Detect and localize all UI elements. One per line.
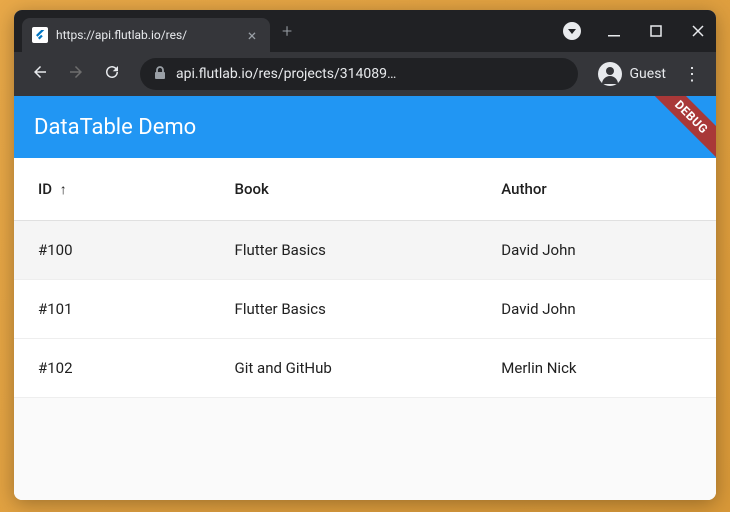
cell-book: Flutter Basics xyxy=(211,280,478,339)
cell-id: #100 xyxy=(14,221,211,280)
menu-button[interactable]: ⋮ xyxy=(680,64,704,85)
minimize-button[interactable] xyxy=(604,21,624,41)
column-label: ID xyxy=(38,180,52,198)
sort-ascending-icon: ↑ xyxy=(60,181,67,198)
table-row[interactable]: #101 Flutter Basics David John xyxy=(14,280,716,339)
table-row[interactable]: #100 Flutter Basics David John xyxy=(14,221,716,280)
tab-close-icon[interactable]: × xyxy=(244,26,260,45)
column-header-author[interactable]: Author xyxy=(477,158,716,221)
column-label: Book xyxy=(235,180,269,198)
table-header-row: ID ↑ Book Author xyxy=(14,158,716,221)
column-label: Author xyxy=(501,180,546,198)
table-body: #100 Flutter Basics David John #101 Flut… xyxy=(14,221,716,398)
tab-title: https://api.flutlab.io/res/ xyxy=(56,28,236,42)
data-table: ID ↑ Book Author #100 Flutter Basics Dav… xyxy=(14,158,716,398)
profile-chip[interactable]: Guest xyxy=(592,60,672,88)
app-content: DataTable Demo DEBUG ID ↑ Book Author xyxy=(14,96,716,500)
profile-label: Guest xyxy=(630,66,666,82)
table-row[interactable]: #102 Git and GitHub Merlin Nick xyxy=(14,339,716,398)
browser-window: https://api.flutlab.io/res/ × + xyxy=(14,10,716,500)
cell-id: #101 xyxy=(14,280,211,339)
address-bar[interactable]: api.flutlab.io/res/projects/314089… xyxy=(140,58,578,90)
cell-id: #102 xyxy=(14,339,211,398)
avatar-icon xyxy=(598,62,622,86)
browser-tab[interactable]: https://api.flutlab.io/res/ × xyxy=(22,18,270,52)
url-text: api.flutlab.io/res/projects/314089… xyxy=(176,66,396,82)
app-bar: DataTable Demo xyxy=(14,96,716,158)
forward-button[interactable] xyxy=(62,63,90,86)
dropdown-icon[interactable] xyxy=(562,21,582,41)
cell-book: Git and GitHub xyxy=(211,339,478,398)
flutter-favicon xyxy=(32,27,48,43)
titlebar: https://api.flutlab.io/res/ × + xyxy=(14,10,716,52)
back-button[interactable] xyxy=(26,63,54,86)
cell-book: Flutter Basics xyxy=(211,221,478,280)
cell-author: David John xyxy=(477,221,716,280)
cell-author: Merlin Nick xyxy=(477,339,716,398)
page-title: DataTable Demo xyxy=(34,115,196,140)
cell-author: David John xyxy=(477,280,716,339)
maximize-button[interactable] xyxy=(646,21,666,41)
lock-icon xyxy=(154,66,166,83)
new-tab-button[interactable]: + xyxy=(282,21,292,42)
toolbar: api.flutlab.io/res/projects/314089… Gues… xyxy=(14,52,716,96)
reload-button[interactable] xyxy=(98,63,126,86)
column-header-id[interactable]: ID ↑ xyxy=(14,158,211,221)
close-button[interactable] xyxy=(688,21,708,41)
column-header-book[interactable]: Book xyxy=(211,158,478,221)
window-controls xyxy=(562,10,708,52)
